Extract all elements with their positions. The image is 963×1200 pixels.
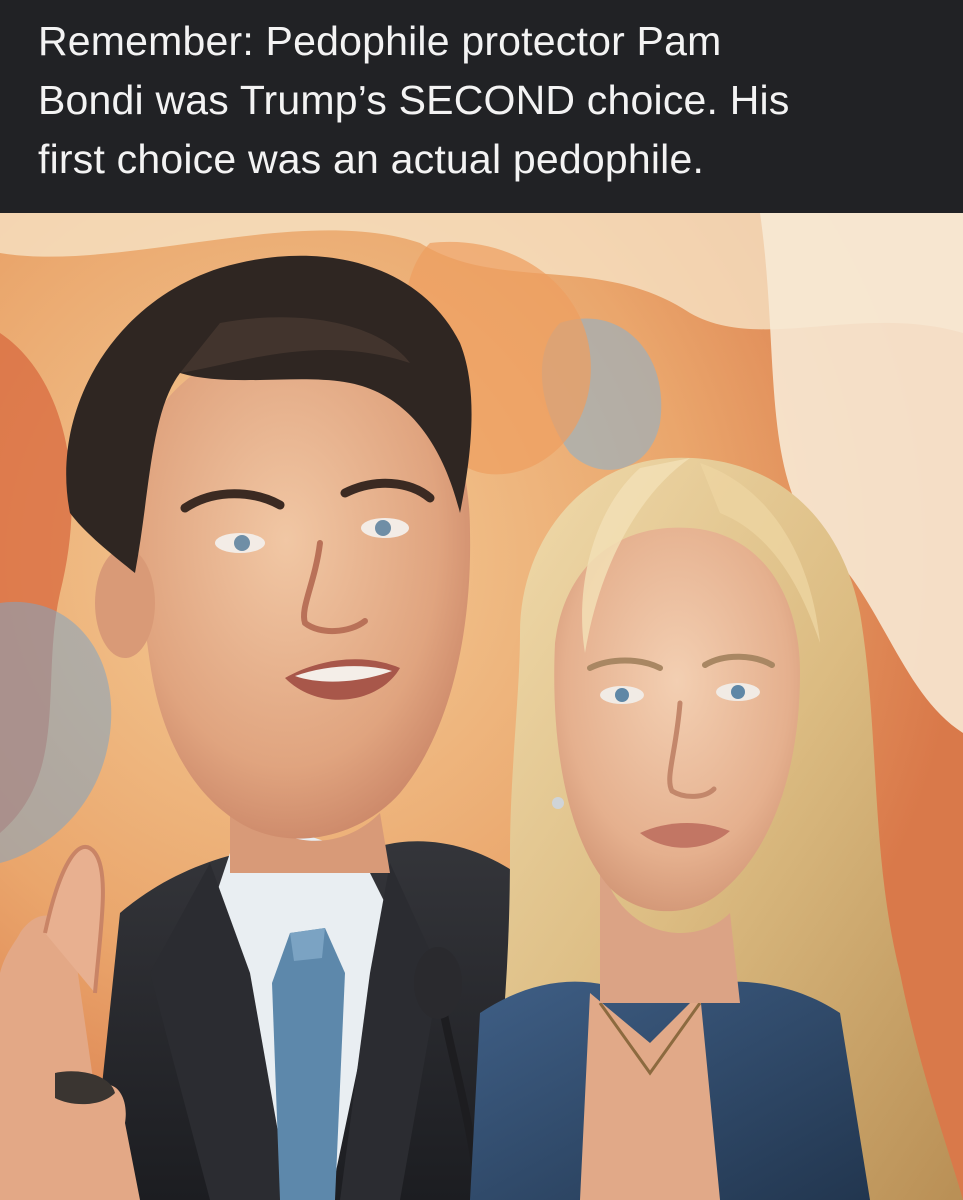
illustration: [0, 213, 963, 1200]
caption-bar: Remember: Pedophile protector Pam Bondi …: [0, 0, 963, 213]
woman-iris-left: [615, 688, 629, 702]
man-iris-right: [375, 520, 391, 536]
illustration-svg: [0, 213, 963, 1200]
man-tie: [272, 928, 345, 1200]
man-tie-knot: [290, 928, 325, 961]
microphone-head: [414, 947, 462, 1019]
man-iris-left: [234, 535, 250, 551]
caption-text: Remember: Pedophile protector Pam Bondi …: [38, 18, 790, 182]
woman-iris-right: [731, 685, 745, 699]
meme-image: Remember: Pedophile protector Pam Bondi …: [0, 0, 963, 1200]
woman-earring: [552, 797, 564, 809]
